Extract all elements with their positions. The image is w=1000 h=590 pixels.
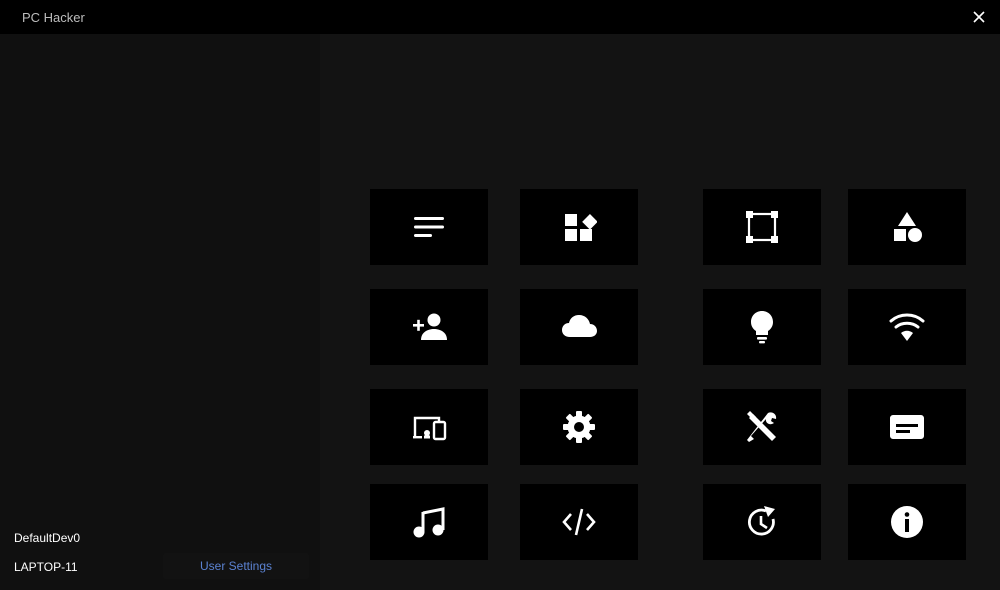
close-icon bbox=[973, 11, 985, 23]
app-title: PC Hacker bbox=[22, 10, 85, 25]
title-bar: PC Hacker bbox=[0, 0, 1000, 34]
tile-selection[interactable] bbox=[703, 189, 821, 265]
cloud-icon bbox=[562, 315, 597, 337]
add-user-icon bbox=[413, 313, 447, 340]
tile-code[interactable] bbox=[520, 484, 638, 560]
tile-history[interactable] bbox=[703, 484, 821, 560]
tile-info[interactable] bbox=[848, 484, 966, 560]
card-icon bbox=[890, 415, 924, 439]
device-name: DefaultDev0 bbox=[14, 531, 81, 545]
history-icon bbox=[748, 506, 775, 536]
code-icon bbox=[562, 508, 596, 536]
wifi-icon bbox=[889, 313, 925, 341]
info-icon bbox=[891, 506, 923, 538]
selection-square-icon bbox=[746, 211, 778, 243]
shapes-icon bbox=[894, 212, 922, 242]
tile-apps[interactable] bbox=[520, 189, 638, 265]
music-note-icon bbox=[413, 507, 445, 538]
tile-card[interactable] bbox=[848, 389, 966, 465]
tile-shapes[interactable] bbox=[848, 189, 966, 265]
tile-cloud[interactable] bbox=[520, 289, 638, 365]
gear-icon bbox=[563, 411, 595, 443]
host-name: LAPTOP-11 bbox=[14, 560, 78, 574]
lightbulb-icon bbox=[751, 311, 773, 344]
tile-music[interactable] bbox=[370, 484, 488, 560]
tile-tools[interactable] bbox=[703, 389, 821, 465]
user-settings-button[interactable]: User Settings bbox=[163, 553, 309, 579]
tile-devices[interactable] bbox=[370, 389, 488, 465]
sidebar bbox=[0, 34, 320, 590]
devices-icon bbox=[413, 416, 447, 441]
tile-list[interactable] bbox=[370, 189, 488, 265]
list-lines-icon bbox=[414, 217, 444, 237]
tile-lightbulb[interactable] bbox=[703, 289, 821, 365]
tile-wifi[interactable] bbox=[848, 289, 966, 365]
tools-icon bbox=[747, 411, 777, 442]
tile-settings[interactable] bbox=[520, 389, 638, 465]
close-button[interactable] bbox=[958, 0, 1000, 34]
apps-widgets-icon bbox=[565, 214, 597, 241]
tile-add-user[interactable] bbox=[370, 289, 488, 365]
